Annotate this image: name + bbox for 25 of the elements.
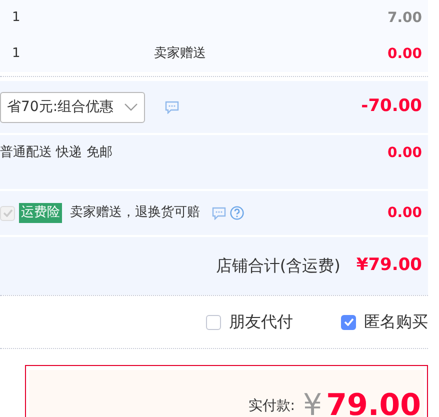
comment-icon[interactable] — [212, 206, 226, 220]
option-checkbox[interactable]: 匿名购买 — [341, 310, 428, 334]
payment-amount: 79.00 — [326, 391, 421, 417]
quantity: 1 — [12, 45, 22, 64]
amount: -70.00 — [361, 95, 422, 118]
comment-icon[interactable] — [164, 100, 179, 114]
amount: 0.00 — [387, 144, 422, 163]
insurance-tag: 运费险 — [19, 203, 62, 223]
payment-label: 实付款: — [248, 397, 295, 416]
chevron-down-icon — [124, 103, 138, 111]
promotion-select[interactable]: 省70元:组合优惠 — [0, 92, 145, 122]
price: 0.00 — [387, 44, 422, 64]
check-icon — [2, 209, 12, 217]
amount: 0.00 — [387, 204, 422, 222]
gift-note: 卖家赠送 — [154, 46, 206, 62]
shipping-method: 普通配送 快递 免邮 — [0, 144, 112, 162]
price: 7.00 — [387, 8, 422, 28]
check-icon — [344, 318, 354, 326]
currency-symbol: ¥ — [303, 391, 322, 417]
option-checkbox[interactable]: 朋友代付 — [206, 310, 293, 334]
store-total-amount: ¥79.00 — [356, 254, 422, 278]
store-total-label: 店铺合计(含运费) — [216, 255, 340, 277]
quantity: 1 — [12, 9, 22, 28]
insurance-text: 卖家赠送，退换货可赔 — [70, 204, 200, 222]
help-icon[interactable] — [230, 206, 244, 220]
